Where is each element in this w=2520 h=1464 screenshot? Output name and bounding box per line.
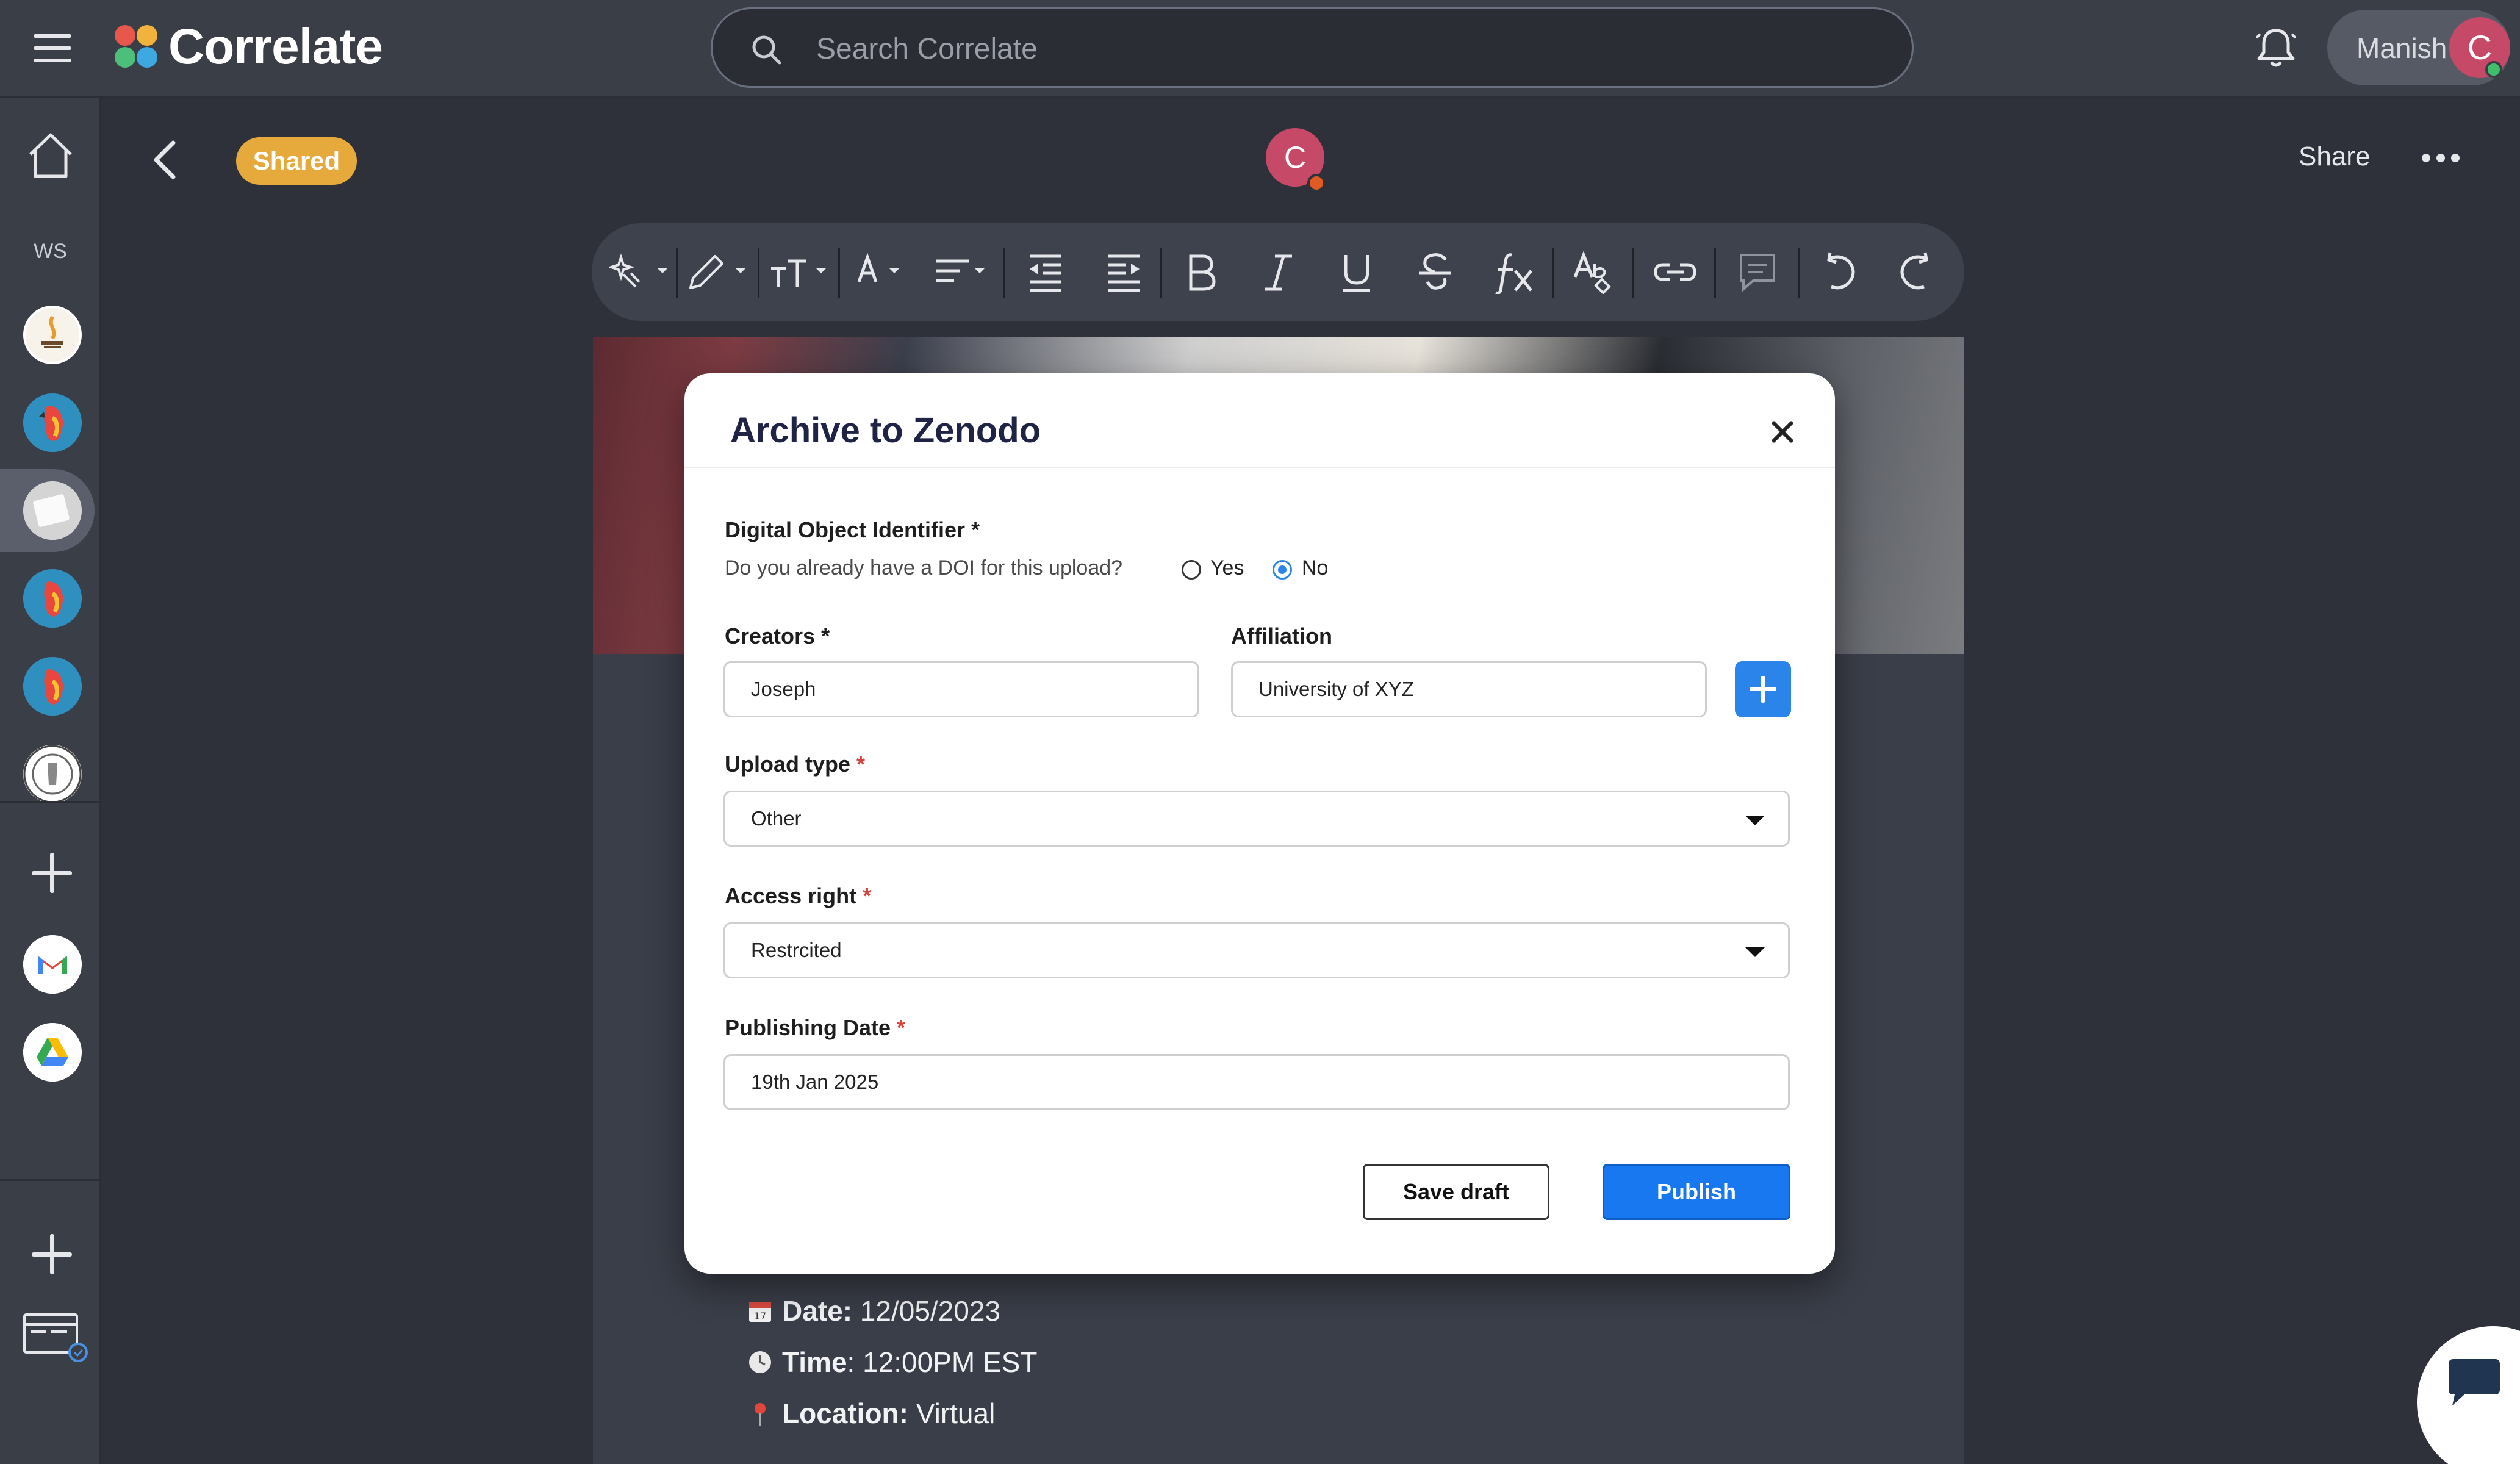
formula-icon[interactable] (1493, 250, 1536, 294)
event-date-line: 17 Date: 12/05/2023 (747, 1294, 1000, 1327)
correlate-logo-icon (115, 25, 157, 68)
calendar-icon: 17 (749, 1302, 771, 1322)
workspace-parrot-icon[interactable] (23, 657, 82, 716)
toolbar-divider (1714, 248, 1716, 298)
toolbar-divider (676, 248, 678, 298)
workspace-parrot-icon[interactable] (23, 393, 82, 452)
top-bar: Correlate Manish C (0, 0, 2520, 98)
upload-type-label: Upload type * (725, 752, 866, 777)
comment-icon[interactable] (1736, 250, 1780, 294)
workspace-university-icon[interactable] (23, 306, 82, 364)
font-size-icon[interactable] (766, 250, 833, 294)
add-app-plus-icon[interactable] (32, 1234, 72, 1274)
chat-launcher[interactable] (2417, 1326, 2520, 1464)
add-creator-button[interactable] (1735, 661, 1791, 717)
workspaces-label: WS (34, 240, 67, 263)
search-bar[interactable] (711, 7, 1914, 88)
indent-decrease-icon[interactable] (1025, 250, 1069, 294)
toolbar-divider (1160, 248, 1162, 298)
shared-status-badge: Shared (236, 137, 357, 185)
event-time-line: Time: 12:00PM EST (747, 1346, 1037, 1379)
back-icon[interactable] (149, 138, 181, 182)
align-left-icon[interactable] (931, 250, 998, 294)
publishing-date-input[interactable]: 19th Jan 2025 (723, 1054, 1790, 1110)
access-right-select[interactable]: Restrcited (723, 922, 1790, 978)
editor-toolbar (592, 223, 1964, 321)
bell-icon[interactable] (2253, 24, 2299, 71)
user-name: Manish (2357, 32, 2447, 64)
access-right-label: Access right * (725, 883, 872, 908)
rail-divider (0, 1179, 101, 1181)
search-icon (752, 35, 781, 65)
chat-icon (2449, 1359, 2500, 1405)
toolbar-divider (1632, 248, 1634, 298)
workspace-parrot-icon[interactable] (23, 569, 82, 628)
redo-icon[interactable] (1895, 250, 1939, 294)
pen-icon[interactable] (684, 250, 752, 294)
svg-text:17: 17 (754, 1310, 766, 1322)
access-right-value: Restrcited (751, 939, 842, 961)
workspace-notebook-icon[interactable] (23, 481, 82, 540)
dialog-divider (684, 467, 1835, 468)
publish-button[interactable]: Publish (1603, 1164, 1790, 1220)
search-input[interactable] (816, 27, 1853, 70)
menu-icon[interactable] (34, 34, 71, 62)
toolbar-divider (1552, 248, 1554, 298)
upload-type-value: Other (751, 807, 802, 830)
doi-yes-label[interactable]: Yes (1210, 556, 1244, 580)
add-workspace-plus-icon[interactable] (32, 853, 72, 893)
doi-no-label[interactable]: No (1302, 556, 1328, 580)
workspace-seal-icon[interactable] (23, 745, 82, 803)
affiliation-input[interactable]: University of XYZ (1231, 661, 1707, 717)
ai-magic-icon[interactable] (609, 250, 670, 294)
italic-icon[interactable] (1260, 250, 1297, 294)
clock-icon (749, 1351, 771, 1373)
creators-label: Creators * (725, 623, 830, 648)
affiliation-label: Affiliation (1231, 623, 1332, 648)
app-name: Correlate (168, 19, 383, 74)
toolbar-divider (838, 248, 840, 298)
close-icon[interactable] (1770, 420, 1795, 444)
spellcheck-icon[interactable] (1571, 250, 1615, 294)
more-options-icon[interactable] (2422, 154, 2466, 165)
upload-type-select[interactable]: Other (723, 791, 1790, 847)
online-status-dot (2485, 61, 2502, 78)
underline-icon[interactable] (1338, 250, 1375, 294)
rail-divider (0, 801, 101, 803)
text-color-icon[interactable] (847, 250, 914, 294)
save-draft-button[interactable]: Save draft (1363, 1164, 1549, 1220)
collaborator-status-dot (1307, 174, 1326, 192)
toolbar-divider (758, 248, 759, 298)
strikethrough-icon[interactable] (1416, 250, 1453, 294)
chevron-down-icon (1745, 816, 1765, 825)
google-drive-icon[interactable] (23, 1023, 82, 1082)
dialog-title: Archive to Zenodo (730, 411, 1041, 450)
left-rail: WS (0, 98, 101, 1464)
share-button[interactable]: Share (2299, 142, 2370, 172)
gmail-icon[interactable] (23, 935, 82, 994)
publishing-date-label: Publishing Date * (725, 1015, 906, 1040)
location-pin-icon (755, 1403, 766, 1426)
home-icon[interactable] (26, 130, 76, 180)
board-settings-icon[interactable] (22, 1312, 89, 1363)
event-location-line: Location: Virtual (747, 1397, 995, 1430)
undo-icon[interactable] (1817, 250, 1861, 294)
indent-increase-icon[interactable] (1103, 250, 1147, 294)
chevron-down-icon (1745, 947, 1765, 957)
bold-icon[interactable] (1183, 250, 1220, 294)
link-icon[interactable] (1653, 250, 1697, 294)
creators-value: Joseph (751, 678, 816, 700)
doi-question: Do you already have a DOI for this uploa… (725, 556, 1123, 580)
doi-label: Digital Object Identifier * (725, 517, 980, 542)
doi-no-radio[interactable] (1273, 560, 1292, 580)
doi-yes-radio[interactable] (1182, 560, 1201, 580)
affiliation-value: University of XYZ (1258, 678, 1414, 700)
user-menu[interactable]: Manish C (2327, 10, 2510, 85)
toolbar-divider (1798, 248, 1800, 298)
creators-input[interactable]: Joseph (723, 661, 1199, 717)
toolbar-divider (1003, 248, 1005, 298)
publishing-date-value: 19th Jan 2025 (751, 1071, 879, 1093)
archive-to-zenodo-dialog: Archive to Zenodo Digital Object Identif… (684, 373, 1835, 1274)
